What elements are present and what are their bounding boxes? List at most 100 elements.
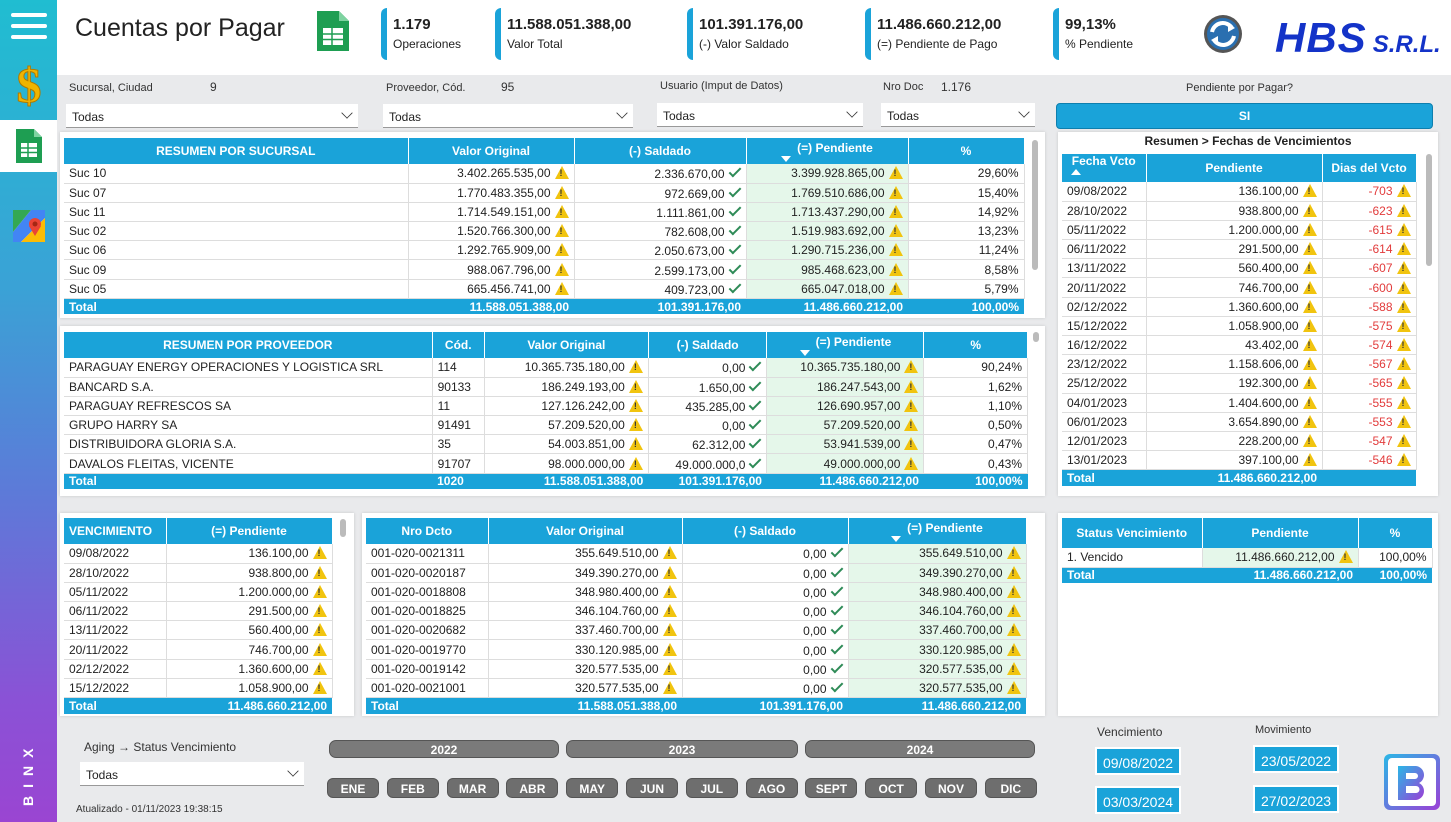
month-button[interactable]: AGO — [745, 778, 798, 798]
table-row[interactable]: 12/01/2023 228.200,00 -547 — [1062, 431, 1417, 452]
month-button[interactable]: JUL — [685, 778, 738, 798]
table-row[interactable]: 05/11/2022 1.200.000,00 -615 — [1062, 220, 1417, 241]
table-row[interactable]: DAVALOS FLEITAS, VICENTE 91707 98.000.000,… — [64, 453, 1028, 474]
table-row[interactable]: 04/01/2023 1.404.600,00 -555 — [1062, 393, 1417, 413]
table-row[interactable]: Suc 10 3.402.265.535,00 2.336.670,00 3.399.… — [64, 164, 1025, 184]
month-button[interactable]: MAY — [566, 778, 619, 798]
table-row[interactable]: 09/08/2022 136.100,00 -703 — [1062, 182, 1417, 202]
table-row[interactable]: Suc 07 1.770.483.355,00 972.669,00 1.769.51… — [64, 183, 1025, 203]
month-button[interactable]: OCT — [865, 778, 918, 798]
col-header[interactable]: Nro Dcto — [366, 518, 489, 544]
table-row[interactable]: 13/01/2023 397.100,00 -546 — [1062, 450, 1417, 471]
year-2023-button[interactable]: 2023 — [566, 740, 798, 758]
month-button[interactable]: MAR — [446, 778, 499, 798]
table-row[interactable]: BANCARD S.A. 90133 186.249.193,00 1.650,00 1… — [64, 377, 1028, 397]
vencimiento-to-date[interactable]: 03/03/2024 — [1095, 786, 1181, 814]
sheets-icon[interactable] — [316, 10, 350, 55]
year-2024-button[interactable]: 2024 — [805, 740, 1035, 758]
nrodoc-dropdown[interactable]: Todas — [881, 103, 1035, 127]
sheets-nav-icon[interactable] — [0, 120, 57, 172]
table-row[interactable]: 06/11/2022 291.500,00 — [64, 601, 333, 622]
col-header[interactable]: % — [1358, 518, 1433, 548]
table-row[interactable]: 001-020-0018808 348.980.400,00 0,00 348.980… — [366, 582, 1027, 603]
table-row[interactable]: 02/12/2022 1.360.600,00 -588 — [1062, 297, 1417, 317]
col-header[interactable]: (=) Pendiente — [166, 518, 333, 544]
col-header[interactable]: (-) Saldado — [648, 332, 768, 358]
table-row[interactable]: 20/11/2022 746.700,00 -600 — [1062, 277, 1417, 298]
table-row[interactable]: 001-020-0021311 355.649.510,00 0,00 355.649… — [366, 544, 1027, 564]
col-header[interactable]: RESUMEN POR SUCURSAL — [64, 138, 409, 164]
scrollbar[interactable] — [1032, 140, 1038, 270]
table-row[interactable]: 15/12/2022 1.058.900,00 -575 — [1062, 316, 1417, 337]
aging-dropdown[interactable]: Todas — [80, 762, 304, 786]
col-header[interactable]: % — [908, 138, 1025, 164]
month-button[interactable]: NOV — [925, 778, 977, 798]
col-header[interactable]: Valor Original — [408, 138, 575, 164]
table-row[interactable]: 05/11/2022 1.200.000,00 — [64, 582, 333, 603]
table-row[interactable]: 02/12/2022 1.360.600,00 — [64, 659, 333, 679]
table-row[interactable]: PARAGUAY ENERGY OPERACIONES Y LOGISTICA … — [64, 358, 1028, 378]
month-button[interactable]: ABR — [506, 778, 559, 798]
movimiento-from-date[interactable]: 23/05/2022 — [1253, 745, 1339, 773]
col-header[interactable]: RESUMEN POR PROVEEDOR — [64, 332, 433, 358]
vencimiento-from-date[interactable]: 09/08/2022 — [1095, 747, 1181, 775]
table-row[interactable]: 13/11/2022 560.400,00 -607 — [1062, 258, 1417, 279]
scrollbar[interactable] — [1033, 332, 1039, 342]
col-header[interactable]: Fecha Vcto — [1062, 154, 1147, 182]
year-2022-button[interactable]: 2022 — [329, 740, 559, 758]
month-button[interactable]: FEB — [386, 778, 439, 798]
col-header[interactable]: (=) Pendiente — [746, 138, 909, 164]
col-header[interactable]: (=) Pendiente — [848, 518, 1027, 544]
table-row[interactable]: 001-020-0018825 346.104.760,00 0,00 346.104… — [366, 601, 1027, 622]
col-header[interactable]: Valor Original — [488, 518, 683, 544]
col-header[interactable]: (-) Saldado — [574, 138, 747, 164]
table-row[interactable]: Suc 06 1.292.765.909,00 2.050.673,00 1.290.… — [64, 240, 1025, 261]
table-row[interactable]: 28/10/2022 938.800,00 — [64, 563, 333, 583]
table-row[interactable]: Suc 09 988.067.796,00 2.599.173,00 985.468.… — [64, 259, 1025, 280]
month-button[interactable]: DIC — [984, 778, 1037, 798]
proveedor-dropdown[interactable]: Todas — [383, 104, 633, 128]
pendiente-si-button[interactable]: SI — [1056, 103, 1433, 129]
table-row[interactable]: 06/11/2022 291.500,00 -614 — [1062, 239, 1417, 260]
dollar-icon[interactable]: $ — [0, 54, 57, 114]
table-row[interactable]: Suc 02 1.520.766.300,00 782.608,00 1.519.98… — [64, 221, 1025, 242]
table-row[interactable]: 25/12/2022 192.300,00 -565 — [1062, 373, 1417, 394]
refresh-icon[interactable] — [1203, 14, 1243, 57]
col-header[interactable]: Pendiente — [1202, 518, 1359, 548]
scrollbar[interactable] — [1426, 154, 1432, 266]
menu-icon[interactable] — [0, 6, 57, 46]
table-row[interactable]: 28/10/2022 938.800,00 -623 — [1062, 201, 1417, 221]
usuario-dropdown[interactable]: Todas — [657, 103, 863, 127]
table-row[interactable]: GRUPO HARRY SA 91491 57.209.520,00 0,00 57.2… — [64, 415, 1028, 436]
col-header[interactable]: (-) Saldado — [682, 518, 849, 544]
sucursal-dropdown[interactable]: Todas — [66, 104, 358, 128]
table-row[interactable]: PARAGUAY REFRESCOS SA 11 127.126.242,00 435… — [64, 396, 1028, 417]
movimiento-to-date[interactable]: 27/02/2023 — [1253, 785, 1339, 813]
col-header[interactable]: Dias del Vcto — [1322, 154, 1417, 182]
table-row[interactable]: 1. Vencido 11.486.660.212,00 100,00% — [1062, 548, 1433, 568]
table-row[interactable]: 09/08/2022 136.100,00 — [64, 544, 333, 564]
table-row[interactable]: 13/11/2022 560.400,00 — [64, 620, 333, 641]
table-row[interactable]: 23/12/2022 1.158.606,00 -567 — [1062, 354, 1417, 375]
col-header[interactable]: % — [923, 332, 1028, 358]
col-header[interactable]: Pendiente — [1146, 154, 1323, 182]
month-button[interactable]: SEPT — [805, 778, 858, 798]
table-row[interactable]: 001-020-0021001 320.577.535,00 0,00 320.577… — [366, 678, 1027, 699]
col-header[interactable]: Cód. — [432, 332, 485, 358]
scrollbar[interactable] — [340, 519, 346, 537]
table-row[interactable]: DISTRIBUIDORA GLORIA S.A. 35 54.003.851,00… — [64, 434, 1028, 455]
map-icon[interactable] — [0, 202, 57, 250]
col-header[interactable]: Valor Original — [484, 332, 649, 358]
col-header[interactable]: (=) Pendiente — [766, 332, 925, 358]
table-row[interactable]: 16/12/2022 43.402,00 -574 — [1062, 335, 1417, 356]
table-row[interactable]: 001-020-0020187 349.390.270,00 0,00 349.390… — [366, 563, 1027, 583]
table-row[interactable]: 15/12/2022 1.058.900,00 — [64, 678, 333, 699]
table-row[interactable]: Suc 11 1.714.549.151,00 1.111.861,00 1.713.… — [64, 202, 1025, 223]
table-row[interactable]: 001-020-0019770 330.120.985,00 0,00 330.120… — [366, 639, 1027, 660]
table-row[interactable]: 001-020-0020682 337.460.700,00 0,00 337.460… — [366, 620, 1027, 641]
month-button[interactable]: ENE — [327, 778, 379, 798]
table-row[interactable]: 20/11/2022 746.700,00 — [64, 639, 333, 660]
table-row[interactable]: 06/01/2023 3.654.890,00 -553 — [1062, 412, 1417, 432]
col-header[interactable]: VENCIMIENTO — [64, 518, 167, 544]
table-row[interactable]: 001-020-0019142 320.577.535,00 0,00 320.577… — [366, 659, 1027, 679]
